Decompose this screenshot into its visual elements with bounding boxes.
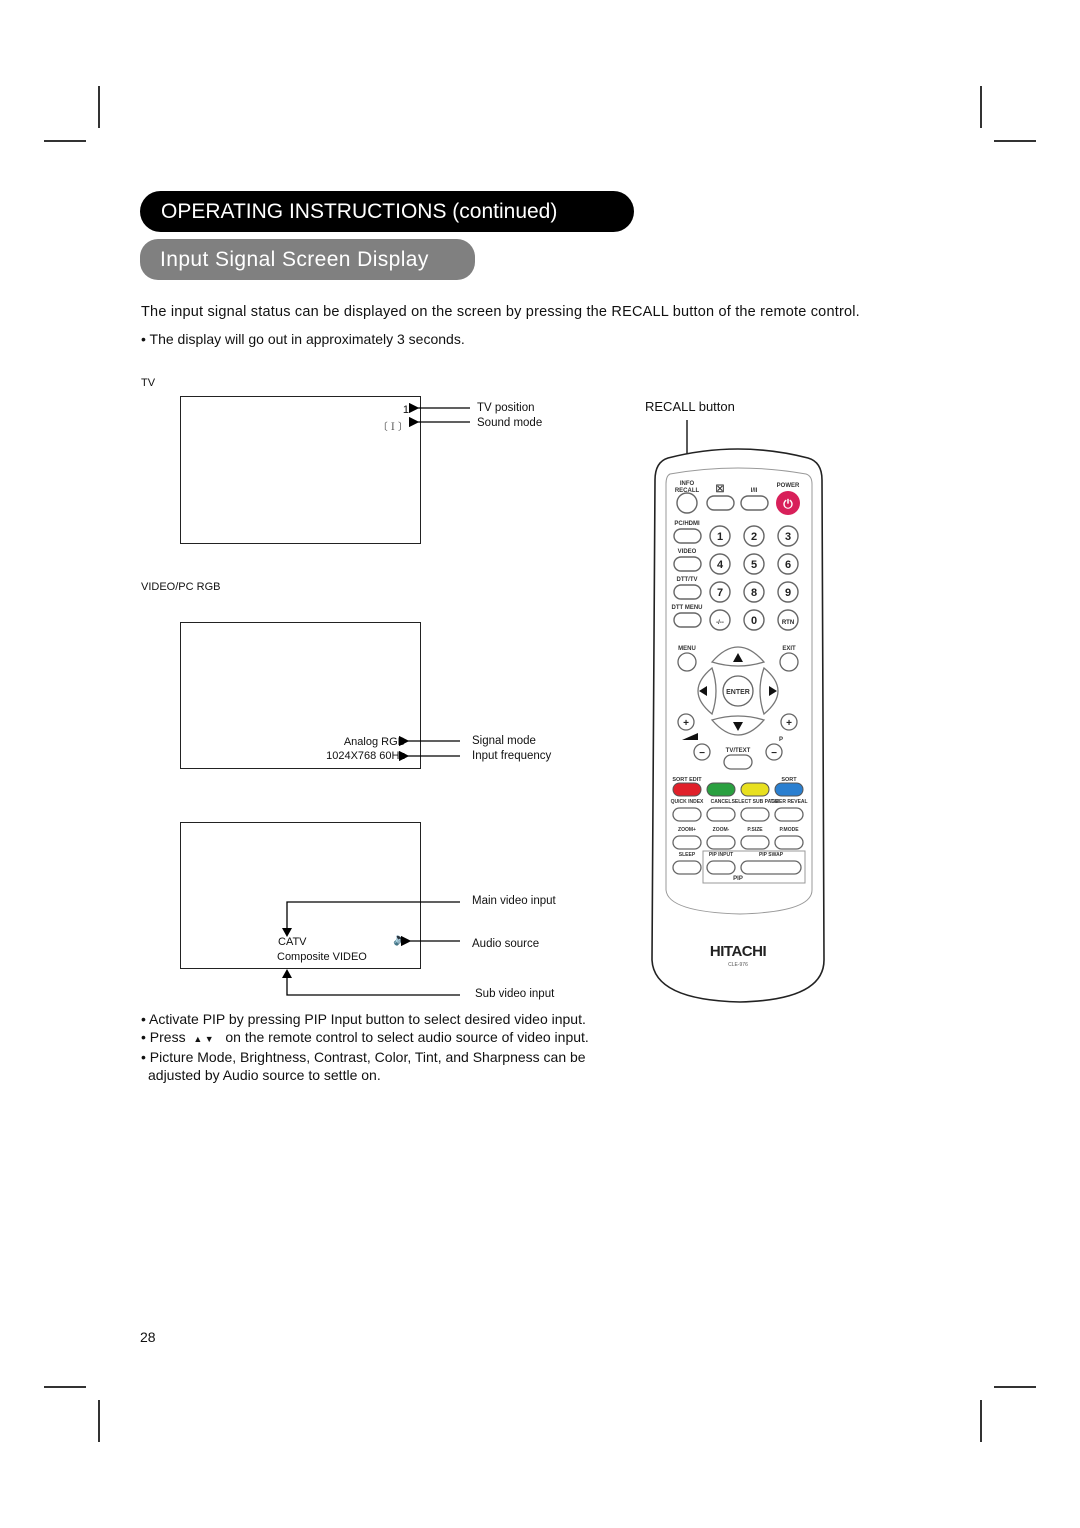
label-sort: SORT [781, 777, 797, 783]
key-label: P.MODE [779, 827, 799, 833]
label-menu: MENU [678, 646, 696, 652]
digit-label: 3 [785, 531, 791, 543]
bullet-text: on the remote control to select audio so… [225, 1029, 589, 1045]
key-label: ZOOM+ [678, 827, 696, 833]
digit-label: 4 [717, 559, 724, 571]
plus-icon: + [786, 718, 792, 729]
side-label: DTT/TV [677, 577, 698, 583]
function-button[interactable] [672, 835, 702, 850]
label-pip: PIP [733, 876, 743, 882]
function-button[interactable] [740, 835, 770, 850]
color-button[interactable] [740, 782, 770, 797]
function-button[interactable] [706, 807, 736, 822]
digit-label: 0 [751, 615, 757, 627]
function-button[interactable] [672, 860, 702, 875]
label-i-ii: I/II [751, 488, 758, 494]
digit-label: 9 [785, 587, 791, 599]
key-label: TIMER REVEAL [770, 799, 807, 805]
bullet-item: • Picture Mode, Brightness, Contrast, Co… [141, 1049, 586, 1065]
key-label: SLEEP [679, 852, 696, 858]
side-button[interactable] [673, 612, 702, 628]
bullet-item: adjusted by Audio source to settle on. [148, 1067, 381, 1083]
exit-button [779, 652, 799, 672]
digit-label: 7 [717, 587, 723, 599]
label-enter: ENTER [726, 689, 750, 696]
side-label: PC/HDMI [674, 521, 700, 527]
digit-label: RTN [782, 620, 794, 626]
menu-button [677, 652, 697, 672]
brand-logo: HITACHI [710, 943, 767, 960]
key-label: PIP INPUT [709, 852, 733, 858]
function-button[interactable] [672, 807, 702, 822]
function-button[interactable] [740, 807, 770, 822]
minus-icon: − [771, 748, 777, 759]
label-power: POWER [777, 483, 800, 489]
bullet-item: • Activate PIP by pressing PIP Input but… [141, 1011, 586, 1027]
label-tvtext: TV/TEXT [726, 748, 751, 754]
bullet-text: • Press [141, 1029, 186, 1045]
plus-icon: + [683, 718, 689, 729]
color-button[interactable] [672, 782, 702, 797]
model-number: CLE-976 [728, 962, 748, 968]
bullet-list: • Activate PIP by pressing PIP Input but… [141, 1010, 589, 1084]
remote-control: INFO RECALL ☒ I/II POWER ⏻ PC/HDMI1 2 3VID… [651, 448, 825, 1003]
key-label: CANCEL [711, 799, 732, 805]
tvtext-button [723, 754, 753, 770]
digit-label: -/-- [716, 620, 724, 626]
label-info: INFO [680, 481, 695, 487]
function-button[interactable] [774, 807, 804, 822]
digit-label: 1 [717, 531, 723, 543]
bullet-item: • Press ▲ ▼ on the remote control to sel… [141, 1028, 589, 1048]
side-label: DTT MENU [672, 605, 703, 611]
label-p: P [779, 737, 783, 743]
mute-icon: ☒ [716, 484, 725, 495]
key-label: QUICK INDEX [671, 799, 704, 805]
function-button[interactable] [706, 860, 736, 875]
side-button[interactable] [673, 528, 702, 544]
power-icon: ⏻ [783, 497, 793, 511]
digit-label: 8 [751, 587, 757, 599]
digit-label: 6 [785, 559, 791, 571]
color-button[interactable] [774, 782, 804, 797]
key-label: ZOOM- [713, 827, 730, 833]
function-button[interactable] [706, 835, 736, 850]
side-button[interactable] [673, 556, 702, 572]
mute-button [706, 495, 735, 511]
recall-button [676, 492, 698, 514]
side-label: VIDEO [678, 549, 697, 555]
key-label: P.SIZE [747, 827, 763, 833]
i-ii-button [740, 495, 769, 511]
digit-label: 2 [751, 531, 757, 543]
up-down-arrow-icons: ▲ ▼ [193, 1034, 214, 1044]
function-button[interactable] [774, 835, 804, 850]
page-number: 28 [140, 1329, 156, 1345]
function-button[interactable] [740, 860, 802, 875]
digit-label: 5 [751, 559, 757, 571]
label-sort-edit: SORT EDIT [672, 777, 702, 783]
label-exit: EXIT [782, 646, 796, 652]
minus-icon: − [699, 748, 705, 759]
key-label: PIP SWAP [759, 852, 784, 858]
color-button[interactable] [706, 782, 736, 797]
side-button[interactable] [673, 584, 702, 600]
